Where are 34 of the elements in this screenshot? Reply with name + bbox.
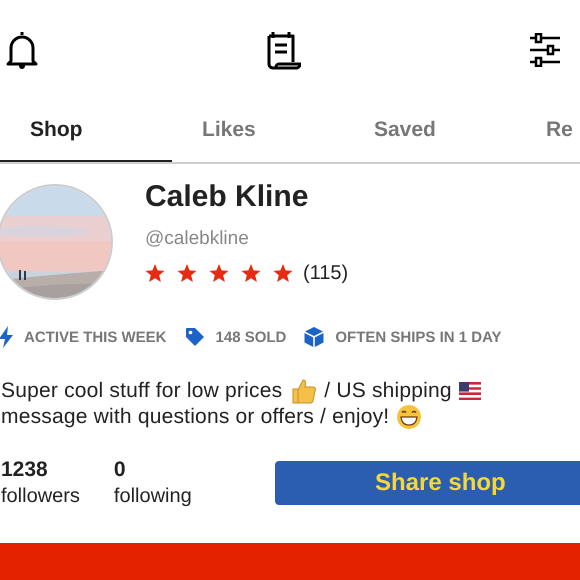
stat-value: 1238 — [1, 458, 49, 482]
stat-label: followers — [1, 485, 80, 508]
star-icon — [209, 263, 229, 283]
profile-handle: @calebkline — [145, 228, 250, 250]
tab[interactable]: Re — [516, 100, 580, 162]
notification-bell-icon — [6, 30, 38, 70]
profile-name: Caleb Kline — [145, 180, 310, 214]
share-shop-button[interactable]: Share shop — [275, 461, 580, 505]
badge-label: ACTIVE THIS WEEK — [24, 328, 167, 346]
rating-count: (115) — [303, 262, 348, 284]
notification-button[interactable] — [6, 30, 38, 70]
badge-label: 148 SOLD — [216, 328, 286, 346]
star-icon — [241, 263, 261, 283]
badge-label: OFTEN SHIPS IN 1 DAY — [335, 328, 502, 346]
filter-button[interactable] — [528, 33, 562, 67]
star-icon — [273, 263, 293, 283]
cube-icon — [304, 327, 324, 347]
stat-label: following — [114, 485, 192, 508]
lightning-bolt-icon — [0, 326, 13, 348]
grinning-emoji-icon — [396, 404, 422, 430]
flag-icon — [458, 382, 481, 400]
tab[interactable]: Likes — [172, 100, 344, 162]
bio-text: message with questions or offers / enjoy! — [1, 405, 390, 429]
star-icon — [145, 263, 165, 283]
receipt-icon — [265, 30, 301, 70]
stat-value: 0 — [114, 458, 127, 482]
receipt-button[interactable] — [265, 30, 301, 70]
bio-text: / US shipping — [324, 379, 452, 403]
star-icon — [177, 263, 197, 283]
settings-icon — [528, 33, 562, 67]
bio-text: Super cool stuff for low prices — [1, 379, 282, 403]
tab[interactable]: Shop — [0, 100, 172, 162]
price-tag-icon — [184, 327, 205, 347]
tab[interactable]: Saved — [344, 100, 516, 162]
